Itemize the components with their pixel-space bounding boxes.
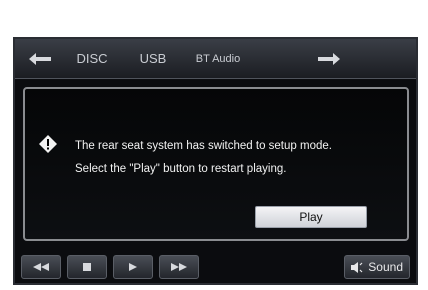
forward-button[interactable]: [311, 47, 347, 71]
arrow-left-icon: [29, 53, 51, 65]
dialog-message-line-1: The rear seat system has switched to set…: [75, 140, 332, 152]
play-button[interactable]: Play: [255, 206, 367, 228]
fast-forward-button[interactable]: [159, 255, 199, 279]
dialog-message-line-2: Select the "Play" button to restart play…: [75, 163, 287, 175]
tab-usb[interactable]: USB: [127, 47, 179, 71]
head-unit-screen: DISC USB BT Audio The rear seat system h…: [13, 37, 418, 285]
arrow-right-icon: [318, 53, 340, 65]
rewind-icon: [33, 263, 49, 271]
tab-disc[interactable]: DISC: [63, 47, 121, 71]
tab-bt-audio[interactable]: BT Audio: [185, 47, 251, 71]
back-button[interactable]: [23, 47, 57, 71]
rewind-button[interactable]: [21, 255, 61, 279]
stop-button[interactable]: [67, 255, 107, 279]
warning-diamond-icon: [39, 135, 57, 153]
sound-button[interactable]: Sound: [344, 255, 410, 279]
playback-controls: Sound: [15, 247, 416, 283]
setup-mode-dialog: The rear seat system has switched to set…: [23, 87, 409, 241]
play-icon: [129, 263, 137, 271]
play-control-button[interactable]: [113, 255, 153, 279]
dialog-message: The rear seat system has switched to set…: [75, 135, 395, 181]
speaker-icon: [351, 262, 363, 273]
stop-icon: [83, 263, 91, 271]
fast-forward-icon: [171, 263, 187, 271]
sound-label: Sound: [368, 260, 403, 274]
source-bar: DISC USB BT Audio: [15, 39, 416, 79]
